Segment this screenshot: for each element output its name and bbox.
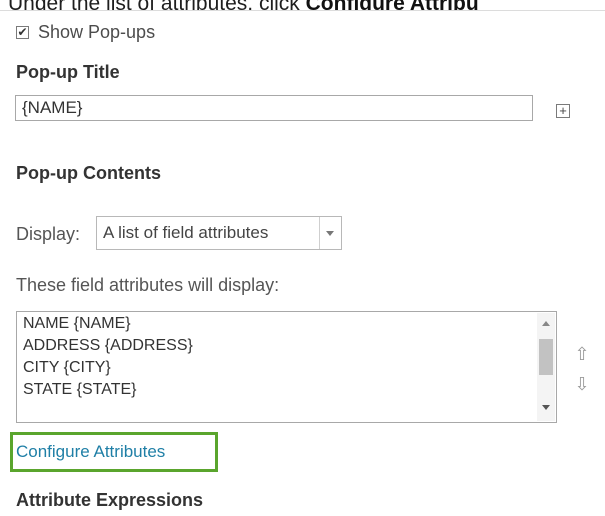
configure-attributes-highlight: Configure Attributes	[10, 432, 218, 472]
display-selected-value: A list of field attributes	[103, 223, 269, 242]
chevron-down-icon[interactable]	[326, 231, 334, 236]
list-item[interactable]: ADDRESS {ADDRESS}	[23, 337, 193, 355]
list-item[interactable]: STATE {STATE}	[23, 381, 137, 399]
display-label: Display:	[16, 224, 81, 244]
select-divider	[319, 217, 320, 249]
fields-label: These field attributes will display:	[16, 275, 280, 295]
popup-contents-heading: Pop-up Contents	[16, 163, 161, 183]
configure-attributes-link[interactable]: Configure Attributes	[16, 442, 165, 462]
move-down-arrow-icon[interactable]: ⇩	[574, 374, 590, 395]
popup-title-heading: Pop-up Title	[16, 62, 120, 82]
attribute-expressions-heading: Attribute Expressions	[16, 490, 204, 510]
list-item[interactable]: CITY {CITY}	[23, 359, 111, 377]
display-select[interactable]: A list of field attributes	[96, 216, 342, 250]
scroll-down-icon[interactable]	[542, 405, 550, 410]
show-popups-checkbox[interactable]: ✔	[16, 26, 29, 39]
show-popups-label: Show Pop-ups	[38, 22, 156, 42]
scroll-up-icon[interactable]	[542, 321, 550, 326]
field-attributes-list[interactable]: NAME {NAME} ADDRESS {ADDRESS} CITY {CITY…	[16, 311, 557, 423]
move-up-arrow-icon[interactable]: ⇧	[574, 344, 590, 365]
scroll-thumb[interactable]	[539, 339, 553, 375]
popup-title-input[interactable]: {NAME}	[15, 95, 533, 121]
list-scrollbar[interactable]	[537, 313, 555, 421]
insert-field-plus-icon[interactable]: +	[556, 104, 570, 118]
list-item[interactable]: NAME {NAME}	[23, 315, 131, 333]
checkmark-icon: ✔	[17, 25, 28, 39]
